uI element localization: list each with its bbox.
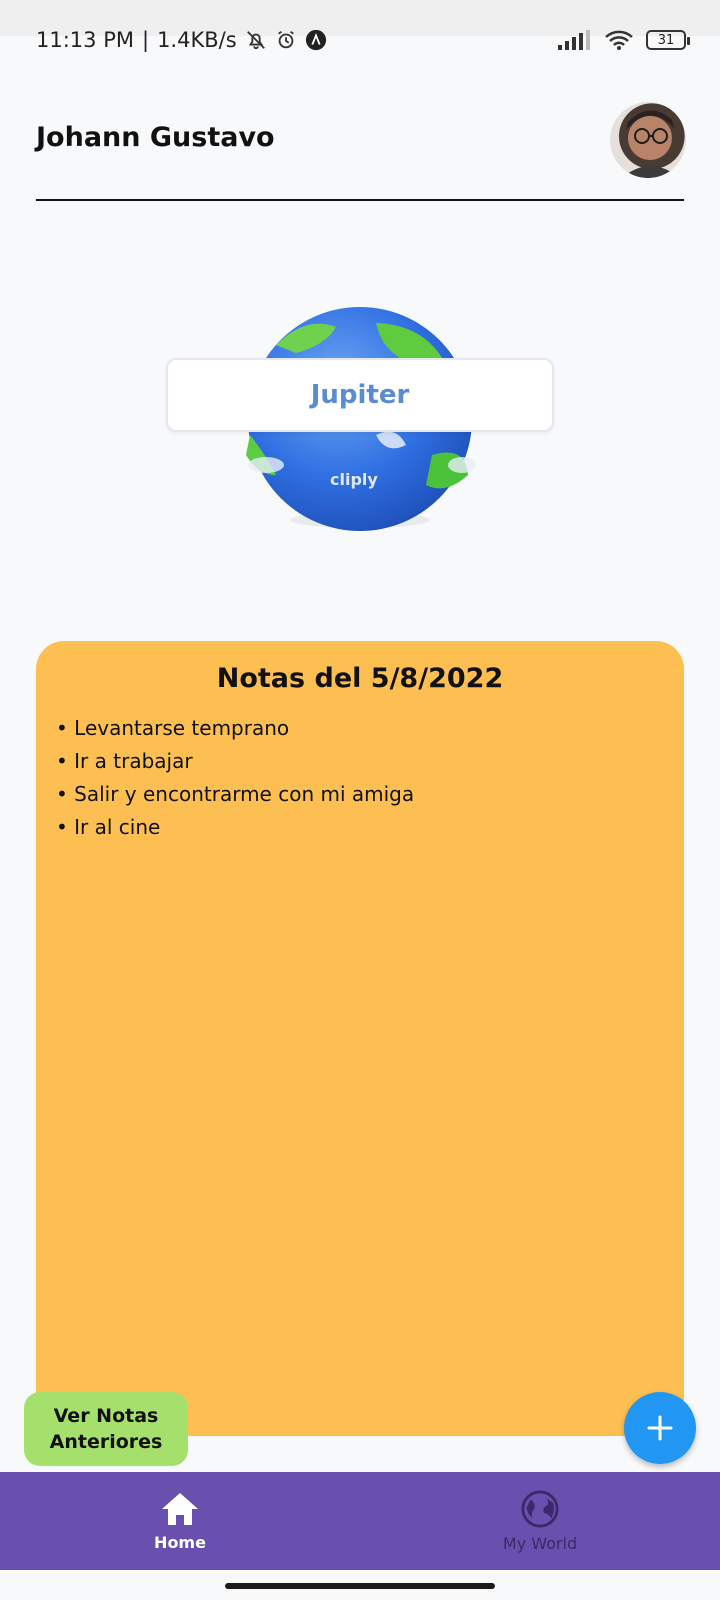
header: Johann Gustavo <box>36 100 686 200</box>
home-indicator[interactable] <box>225 1583 495 1589</box>
battery-icon: 31 <box>646 30 690 50</box>
list-item: Salir y encontrarme con mi amiga <box>56 778 684 811</box>
globe-watermark: cliply <box>330 470 378 489</box>
home-icon <box>162 1492 198 1525</box>
list-item: Levantarse temprano <box>56 712 684 745</box>
plus-icon <box>647 1415 673 1441</box>
app-icon <box>305 29 326 51</box>
notes-list: Levantarse temprano Ir a trabajar Salir … <box>36 712 684 844</box>
planet-name: Jupiter <box>310 380 410 410</box>
alarm-icon <box>277 30 294 49</box>
status-left: 11:13 PM | 1.4KB/s <box>36 28 327 52</box>
status-bar: 11:13 PM | 1.4KB/s 31 <box>0 22 720 58</box>
bottom-nav: Home My World <box>0 1472 720 1570</box>
notes-card: Notas del 5/8/2022 Levantarse temprano I… <box>36 641 684 1436</box>
add-note-button[interactable] <box>624 1392 696 1464</box>
battery-level: 31 <box>657 32 675 48</box>
user-name: Johann Gustavo <box>36 122 275 153</box>
header-divider <box>36 199 684 201</box>
nav-label-my-world: My World <box>502 1533 578 1553</box>
avatar-image <box>622 110 680 178</box>
notes-title: Notas del 5/8/2022 <box>216 663 504 694</box>
status-speed: 1.4KB/s <box>157 28 237 52</box>
wifi-icon <box>605 30 633 50</box>
avatar[interactable] <box>610 102 686 178</box>
status-time: 11:13 PM <box>36 28 134 52</box>
nav-item-my-world[interactable]: My World <box>360 1472 720 1570</box>
nav-label-home: Home <box>154 1532 206 1552</box>
status-right: 31 <box>558 29 690 51</box>
muted-bell-icon <box>246 31 265 50</box>
planet-name-card[interactable]: Jupiter <box>166 358 554 432</box>
list-item: Ir al cine <box>56 811 684 844</box>
nav-item-home[interactable]: Home <box>0 1472 360 1570</box>
status-separator: | <box>141 28 150 52</box>
signal-icon <box>558 30 590 50</box>
globe-icon <box>521 1489 559 1528</box>
list-item: Ir a trabajar <box>56 745 684 778</box>
previous-notes-button[interactable]: Ver Notas Anteriores <box>24 1392 188 1466</box>
